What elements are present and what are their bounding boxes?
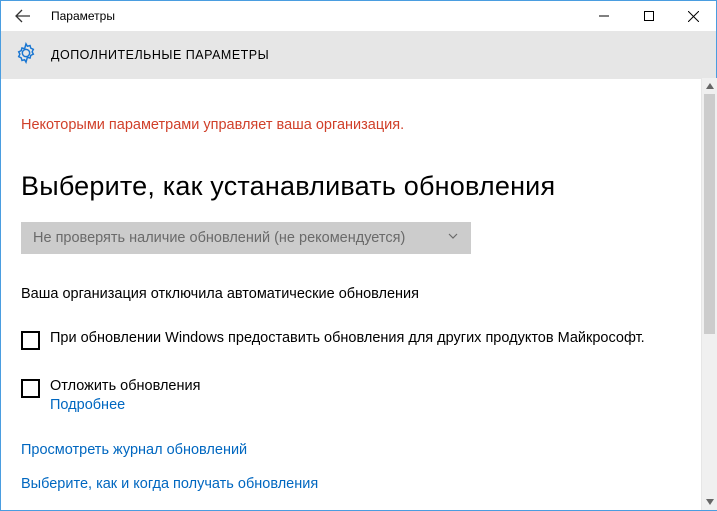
links-block: Просмотреть журнал обновлений Выберите, … [21, 442, 680, 492]
chevron-down-icon [447, 230, 459, 246]
page-heading: ДОПОЛНИТЕЛЬНЫЕ ПАРАМЕТРЫ [51, 48, 269, 62]
close-button[interactable] [671, 1, 716, 31]
scrollbar-thumb[interactable] [704, 94, 715, 334]
content-area: Некоторыми параметрами управляет ваша ор… [1, 79, 716, 510]
defer-learn-more-link[interactable]: Подробнее [50, 397, 125, 413]
page-header: ДОПОЛНИТЕЛЬНЫЕ ПАРАМЕТРЫ [1, 31, 716, 79]
scroll-down-arrow[interactable] [702, 494, 717, 510]
checkbox-ms-products[interactable]: При обновлении Windows предоставить обно… [21, 330, 680, 350]
maximize-icon [644, 11, 654, 21]
checkbox-box[interactable] [21, 379, 40, 398]
disabled-note: Ваша организация отключила автоматически… [21, 286, 680, 302]
maximize-button[interactable] [626, 1, 671, 31]
org-warning: Некоторыми параметрами управляет ваша ор… [21, 117, 680, 133]
close-icon [688, 11, 699, 22]
gear-icon [15, 42, 37, 69]
checkbox-label: Отложить обновления [50, 378, 200, 394]
section-title: Выберите, как устанавливать обновления [21, 171, 680, 202]
checkbox-label: При обновлении Windows предоставить обно… [50, 330, 645, 346]
minimize-button[interactable] [581, 1, 626, 31]
checkbox-box[interactable] [21, 331, 40, 350]
scroll-up-arrow[interactable] [702, 78, 717, 94]
back-button[interactable] [1, 1, 45, 31]
window-title: Параметры [51, 9, 115, 23]
dropdown-value: Не проверять наличие обновлений (не реко… [33, 230, 405, 246]
vertical-scrollbar[interactable] [701, 78, 717, 510]
titlebar: Параметры [1, 1, 716, 31]
minimize-icon [599, 11, 609, 21]
view-history-link[interactable]: Просмотреть журнал обновлений [21, 442, 680, 458]
arrow-left-icon [15, 8, 31, 24]
choose-updates-link[interactable]: Выберите, как и когда получать обновлени… [21, 476, 680, 492]
update-mode-dropdown[interactable]: Не проверять наличие обновлений (не реко… [21, 222, 471, 254]
checkbox-defer-updates[interactable]: Отложить обновления Подробнее [21, 378, 680, 414]
